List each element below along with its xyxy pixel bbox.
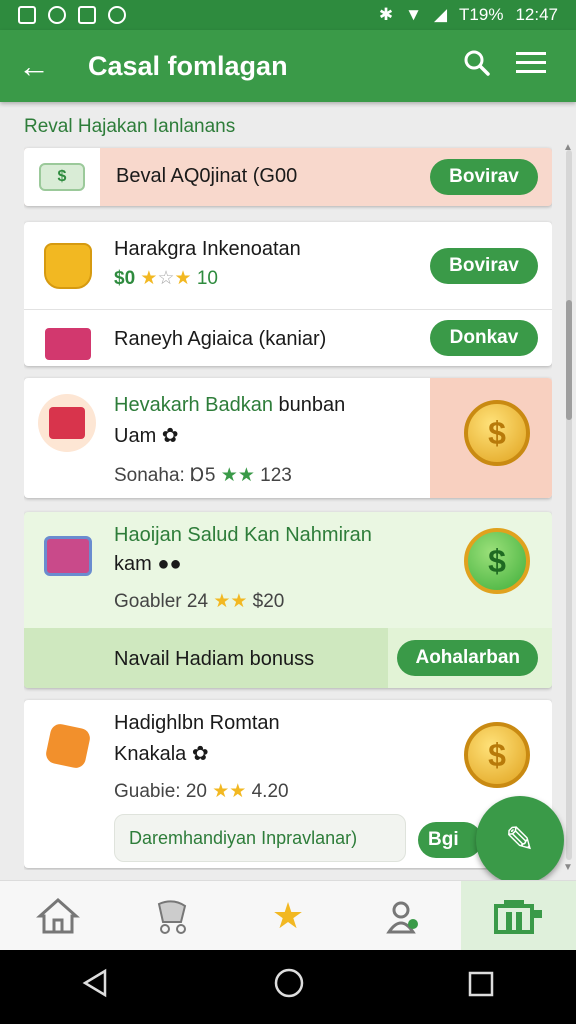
- item-action-button[interactable]: Bovirav: [430, 159, 538, 195]
- coin-icon[interactable]: $: [464, 722, 530, 788]
- shop-icon[interactable]: [460, 881, 576, 950]
- star-icon: ★: [174, 268, 192, 289]
- meta-value: 123: [260, 465, 292, 486]
- item-name: Raneyh Agiaica (kaniar): [114, 328, 327, 350]
- item-meta: Sonaha: Ɒ5 ★★ 123: [114, 464, 345, 487]
- meta-value: 20: [185, 781, 207, 802]
- bonus-text: Navail Hadiam bonuss: [114, 648, 315, 670]
- item-meta: Guabie: 20 ★★ 4.20: [114, 780, 289, 803]
- star-icon: ★★: [212, 781, 247, 802]
- coin-small-icon: ●●: [157, 553, 182, 575]
- carrot-icon: [38, 716, 98, 776]
- item-name: Harakgra Inkenoatan: [114, 238, 301, 260]
- item-name-highlight: Hevakarh Badkan: [114, 394, 273, 416]
- notification-icon: [18, 6, 36, 24]
- envelope-icon: [38, 314, 98, 366]
- sync-icon: [48, 6, 66, 24]
- scrollbar-track[interactable]: [566, 150, 572, 860]
- divider: [24, 309, 552, 310]
- item-price: $0: [114, 268, 136, 289]
- recents-nav-icon[interactable]: [467, 968, 495, 1007]
- home-icon[interactable]: [0, 881, 115, 950]
- gift-basket-icon: [38, 394, 96, 452]
- item-subtitle: kam: [114, 553, 152, 575]
- back-nav-icon[interactable]: [81, 968, 111, 1007]
- coin-icon[interactable]: $: [464, 528, 530, 594]
- meta-value: $20: [252, 591, 285, 612]
- item-meta: Goabler 24 ★★ $20: [114, 590, 372, 613]
- app-bar: ← Casal fomlagan: [0, 30, 576, 102]
- item-name: Haoijan Salud Kan Nahmiran: [114, 524, 372, 546]
- wifi-icon: ▼: [405, 5, 422, 24]
- leaf-icon: ✿: [191, 743, 209, 765]
- bonus-bar: Navail Hadiam bonuss Aohalarban: [24, 628, 552, 688]
- scrollbar-thumb[interactable]: [566, 300, 572, 420]
- star-empty-icon: ☆: [157, 268, 175, 289]
- search-icon[interactable]: [450, 49, 504, 84]
- list-item[interactable]: $ Beval AQ0jinat (G00 Bovirav: [24, 148, 552, 206]
- bottom-navigation: ★: [0, 880, 576, 950]
- leaf-icon: ✿: [161, 425, 179, 447]
- item-name: Beval AQ0jinat (G00: [116, 165, 298, 187]
- meta-label: Sonaha:: [114, 465, 185, 486]
- circle-notification-icon: [108, 6, 126, 24]
- bluetooth-icon: ✱: [378, 5, 394, 24]
- app-notification-icon: [78, 6, 96, 24]
- meta-value: Ɒ5: [190, 465, 216, 486]
- item-subtitle: Knakala: [114, 743, 187, 765]
- scroll-down-icon[interactable]: ▼: [563, 862, 573, 873]
- status-bar: ✱ ▼ ◢ T19% 12:47: [0, 0, 576, 30]
- profile-icon[interactable]: [346, 881, 461, 950]
- item-meta: $0 ★☆★ 10: [114, 267, 301, 290]
- item-action-button[interactable]: Bgi: [418, 822, 482, 858]
- arrow-left-icon[interactable]: ←: [18, 48, 66, 85]
- section-title: Reval Hajakan Ianlanans: [24, 116, 236, 137]
- list-item[interactable]: Hadighlbn Romtan Knakala ✿ Guabie: 20 ★★…: [24, 700, 552, 868]
- menu-icon[interactable]: [504, 50, 558, 83]
- wallet-icon: [38, 526, 98, 586]
- star-icon[interactable]: ★: [230, 881, 345, 950]
- stroller-icon[interactable]: [115, 881, 230, 950]
- item-subtitle: Uam: [114, 425, 157, 447]
- page-title: Casal fomlagan: [88, 50, 288, 81]
- signal-icon: ◢: [433, 5, 448, 24]
- item-action-button[interactable]: Bovirav: [430, 248, 538, 284]
- meta-label: Guabie:: [114, 781, 181, 802]
- list-item[interactable]: Hevakarh Badkan bunban Uam ✿ Sonaha: Ɒ5 …: [24, 378, 552, 498]
- coin-icon[interactable]: $: [464, 400, 530, 466]
- list-item[interactable]: Haoijan Salud Kan Nahmiran kam ●● Goable…: [24, 512, 552, 688]
- meta-label: Goabler: [114, 591, 182, 612]
- item-list[interactable]: $ Beval AQ0jinat (G00 Bovirav Harakgra I…: [24, 146, 552, 870]
- status-time: 12:47: [515, 5, 558, 24]
- list-item[interactable]: Harakgra Inkenoatan $0 ★☆★ 10 Bovirav Ra…: [24, 222, 552, 366]
- money-icon: $: [24, 148, 100, 206]
- bonus-button[interactable]: Aohalarban: [397, 640, 538, 676]
- item-rating: 10: [196, 268, 218, 289]
- star-icon: ★★: [220, 465, 255, 486]
- edit-icon[interactable]: ✎: [476, 796, 564, 884]
- status-icons: [18, 6, 126, 24]
- item-name: Hadighlbn Romtan: [114, 712, 280, 734]
- star-icon: ★: [140, 268, 158, 289]
- battery-text: T19%: [459, 5, 504, 24]
- item-name: bunban: [278, 394, 346, 416]
- item-chip[interactable]: Daremhandiyan Inpravlanar): [114, 814, 406, 862]
- system-navigation: [0, 950, 576, 1024]
- basket-icon: [38, 236, 98, 296]
- meta-value: 24: [186, 591, 209, 612]
- meta-value: 4.20: [251, 781, 289, 802]
- home-nav-icon[interactable]: [273, 967, 305, 1008]
- item-action-button[interactable]: Donkav: [430, 320, 538, 356]
- star-icon: ★★: [213, 591, 248, 612]
